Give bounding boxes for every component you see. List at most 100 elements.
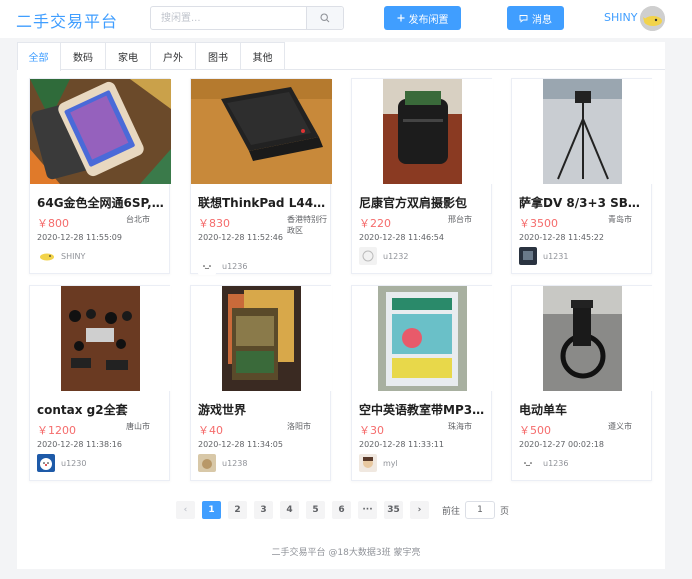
tab-all[interactable]: 全部 (17, 42, 61, 71)
page-button[interactable]: 35 (384, 501, 403, 519)
page-button[interactable]: 2 (228, 501, 247, 519)
page-button[interactable]: 5 (306, 501, 325, 519)
tab-appliances[interactable]: 家电 (106, 42, 151, 70)
seller-info[interactable]: u1236 (519, 454, 568, 472)
product-image[interactable] (352, 286, 493, 391)
product-price: ￥1200 (37, 424, 76, 437)
product-card[interactable]: 电动单车 ￥500 遵义市 2020-12-27 00:02:18 u1236 (511, 285, 653, 481)
more-pages-button[interactable]: ··· (358, 501, 377, 519)
goto-prefix: 前往 (442, 506, 461, 517)
product-title[interactable]: 萨拿DV 8/3+3 SB液… (519, 194, 649, 211)
seller-name: u1236 (543, 458, 569, 468)
seller-info[interactable]: myl (359, 454, 398, 472)
product-time: 2020-12-28 11:55:09 (37, 233, 122, 242)
product-title[interactable]: 64G金色全网通6SP,… (37, 194, 167, 211)
product-price: ￥40 (198, 424, 223, 437)
seller-info[interactable]: u1238 (198, 454, 247, 472)
pagination: ‹ 1 2 3 4 5 6 ··· 35 › 前往 页 (176, 501, 509, 519)
tab-outdoor[interactable]: 户外 (151, 42, 196, 70)
chat-icon (519, 14, 528, 23)
seller-name: u1232 (383, 251, 409, 261)
product-title[interactable]: contax g2全套 (37, 401, 167, 418)
product-title[interactable]: 空中英语教室带MP3… (359, 401, 489, 418)
seller-name: u1231 (543, 251, 569, 261)
seller-avatar (359, 454, 377, 472)
product-image[interactable] (512, 79, 653, 184)
prev-page-button[interactable]: ‹ (176, 501, 195, 519)
product-card[interactable]: 64G金色全网通6SP,… ￥800 台北市 2020-12-28 11:55:… (29, 78, 171, 274)
tab-other[interactable]: 其他 (241, 42, 285, 70)
seller-name: SHINY (61, 251, 86, 261)
product-card[interactable]: 空中英语教室带MP3… ￥30 珠海市 2020-12-28 11:33:11 … (351, 285, 493, 481)
product-price: ￥3500 (519, 217, 558, 230)
seller-info[interactable]: u1232 (359, 247, 408, 265)
page-button[interactable]: 3 (254, 501, 273, 519)
product-card[interactable]: 萨拿DV 8/3+3 SB液… ￥3500 青岛市 2020-12-28 11:… (511, 78, 653, 274)
product-price: ￥830 (198, 217, 230, 230)
product-price: ￥30 (359, 424, 384, 437)
seller-avatar (37, 247, 55, 265)
product-city: 珠海市 (448, 422, 472, 431)
search-icon (320, 13, 330, 23)
seller-avatar (519, 247, 537, 265)
product-image[interactable] (30, 286, 171, 391)
product-city: 遵义市 (608, 422, 632, 431)
goto-suffix: 页 (500, 506, 510, 517)
product-image[interactable] (30, 79, 171, 184)
product-price: ￥500 (519, 424, 551, 437)
messages-label: 消息 (532, 14, 552, 26)
page-button[interactable]: 6 (332, 501, 351, 519)
product-image[interactable] (191, 79, 332, 184)
product-time: 2020-12-28 11:45:22 (519, 233, 604, 242)
product-time: 2020-12-28 11:34:05 (198, 440, 283, 449)
page-button[interactable]: 4 (280, 501, 299, 519)
user-avatar[interactable] (640, 6, 665, 31)
product-city: 唐山市 (126, 422, 150, 431)
site-logo[interactable]: 二手交易平台 (16, 8, 118, 32)
top-navbar: 二手交易平台 发布闲置 消息 SHINY (0, 0, 692, 38)
product-image[interactable] (191, 286, 332, 391)
next-page-button[interactable]: › (410, 501, 429, 519)
search-input[interactable] (151, 7, 307, 29)
product-image[interactable] (352, 79, 493, 184)
username[interactable]: SHINY (604, 11, 637, 24)
product-time: 2020-12-28 11:33:11 (359, 440, 444, 449)
seller-info[interactable]: u1230 (37, 454, 86, 472)
product-price: ￥220 (359, 217, 391, 230)
tab-books[interactable]: 图书 (196, 42, 241, 70)
product-time: 2020-12-28 11:46:54 (359, 233, 444, 242)
search-box (150, 6, 344, 30)
search-button[interactable] (306, 7, 343, 29)
seller-name: u1236 (222, 261, 248, 271)
tab-digital[interactable]: 数码 (61, 42, 106, 70)
seller-info[interactable]: SHINY (37, 247, 85, 265)
footer-text: 二手交易平台 @18大数据3班 蒙宇亮 (271, 548, 421, 558)
product-card[interactable]: 联想ThinkPad L440… ￥830 香港特别行政区 2020-12-28… (190, 78, 332, 275)
messages-button[interactable]: 消息 (507, 6, 564, 30)
product-card[interactable]: contax g2全套 ￥1200 唐山市 2020-12-28 11:38:1… (29, 285, 171, 481)
seller-avatar (37, 454, 55, 472)
product-image[interactable] (512, 286, 653, 391)
seller-name: u1230 (61, 458, 87, 468)
publish-label: 发布闲置 (408, 14, 449, 26)
product-city: 邢台市 (448, 215, 472, 224)
product-city: 香港特别行政区 (287, 215, 327, 235)
product-city: 青岛市 (608, 215, 632, 224)
seller-info[interactable]: u1236 (198, 257, 247, 275)
plus-icon (397, 14, 404, 22)
product-time: 2020-12-28 11:52:46 (198, 233, 283, 242)
seller-info[interactable]: u1231 (519, 247, 568, 265)
product-card[interactable]: 游戏世界 ￥40 洛阳市 2020-12-28 11:34:05 u1238 (190, 285, 332, 481)
product-title[interactable]: 游戏世界 (198, 401, 328, 418)
product-title[interactable]: 尼康官方双肩摄影包 (359, 194, 489, 211)
page-button[interactable]: 1 (202, 501, 221, 519)
goto-page-input[interactable] (465, 501, 496, 519)
product-title[interactable]: 联想ThinkPad L440… (198, 194, 328, 211)
product-title[interactable]: 电动单车 (519, 401, 649, 418)
product-price: ￥800 (37, 217, 69, 230)
product-city: 台北市 (126, 215, 150, 224)
product-city: 洛阳市 (287, 422, 311, 431)
publish-button[interactable]: 发布闲置 (384, 6, 461, 30)
product-card[interactable]: 尼康官方双肩摄影包 ￥220 邢台市 2020-12-28 11:46:54 u… (351, 78, 493, 274)
product-time: 2020-12-28 11:38:16 (37, 440, 122, 449)
